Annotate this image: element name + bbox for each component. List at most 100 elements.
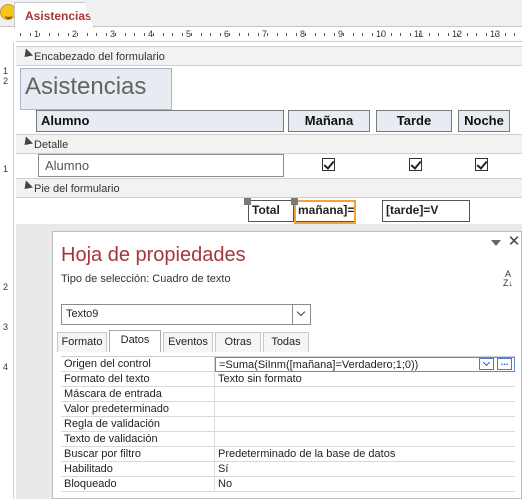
pane-options-arrow-icon[interactable]	[491, 240, 501, 246]
column-header-manana[interactable]: Mañana	[288, 110, 370, 132]
form-title-label[interactable]: Asistencias	[20, 68, 172, 110]
tab-eventos[interactable]: Eventos	[163, 332, 213, 352]
ruler-tick	[67, 33, 69, 36]
document-tab-asistencias[interactable]: Asistencias	[14, 2, 94, 28]
tarde-total-textbox[interactable]: [tarde]=V	[382, 200, 470, 222]
move-handle[interactable]	[291, 198, 298, 205]
collapse-arrow-icon	[20, 48, 34, 61]
section-bar-detail[interactable]: Detalle	[16, 134, 522, 154]
property-name: Formato del texto	[61, 372, 215, 387]
ruler-tick	[428, 33, 430, 36]
ruler-tick	[124, 33, 126, 36]
ruler-tick	[162, 33, 164, 36]
property-value[interactable]	[215, 387, 515, 402]
property-name: Valor predeterminado	[61, 402, 215, 417]
smiley-app-icon	[0, 4, 16, 20]
total-label[interactable]: Total	[248, 200, 294, 222]
tarde-checkbox[interactable]	[409, 158, 422, 171]
sort-az-icon[interactable]: A Z↓	[499, 270, 517, 292]
property-row[interactable]: Texto de validación	[61, 432, 515, 447]
chevron-down-icon[interactable]	[479, 358, 494, 370]
tab-datos[interactable]: Datos	[109, 330, 161, 352]
property-grid: Origen del control =Suma(SiInm([mañana]=V…	[61, 356, 515, 492]
property-name: Bloqueado	[61, 477, 215, 492]
ruler-tick	[371, 33, 373, 36]
ruler-tick	[105, 33, 107, 36]
ruler-number: 2	[3, 282, 9, 292]
property-name: Origen del control	[61, 357, 215, 372]
ruler-tick	[86, 33, 88, 36]
manana-checkbox[interactable]	[322, 158, 335, 171]
ruler-tick	[504, 33, 506, 36]
property-value[interactable]: No	[215, 477, 515, 492]
horizontal-ruler: 12345678910111213	[16, 28, 522, 42]
property-sheet-title: Hoja de propiedades	[61, 244, 246, 266]
ruler-tick	[476, 33, 477, 36]
alumno-textbox[interactable]: Alumno	[38, 154, 284, 177]
tab-formato[interactable]: Formato	[57, 332, 107, 352]
property-row[interactable]: Habilitado Sí	[61, 462, 515, 477]
property-value[interactable]: =Suma(SiInm([mañana]=Verdadero;1;0))	[215, 357, 515, 372]
property-row[interactable]: Regla de validación	[61, 417, 515, 432]
property-row[interactable]: Bloqueado No	[61, 477, 515, 492]
property-value[interactable]	[215, 432, 515, 447]
column-header-alumno[interactable]: Alumno	[36, 110, 284, 132]
ruler-tick	[96, 33, 97, 36]
ruler-tick	[343, 33, 344, 36]
object-selector-combo[interactable]: Texto9	[61, 304, 311, 325]
ruler-number: 3	[3, 322, 9, 332]
property-name: Buscar por filtro	[61, 447, 215, 462]
property-row[interactable]: Origen del control =Suma(SiInm([mañana]=V…	[61, 357, 515, 372]
column-header-tarde[interactable]: Tarde	[376, 110, 452, 132]
section-bar-header[interactable]: Encabezado del formulario	[16, 46, 522, 66]
property-value[interactable]	[215, 417, 515, 432]
collapse-arrow-icon	[20, 136, 34, 149]
builder-ellipsis-button[interactable]: ...	[497, 358, 512, 370]
ruler-tick	[267, 33, 268, 36]
noche-checkbox[interactable]	[475, 158, 488, 171]
access-window: Asistencias 12345678910111213 121234 Enc…	[0, 0, 522, 499]
property-value[interactable]: Predeterminado de la base de datos	[215, 447, 515, 462]
property-row[interactable]: Valor predeterminado	[61, 402, 515, 417]
tab-todas[interactable]: Todas	[263, 332, 309, 352]
section-footer-label: Pie del formulario	[34, 183, 120, 195]
property-row[interactable]: Formato del texto Texto sin formato	[61, 372, 515, 387]
ruler-tick	[514, 33, 515, 36]
section-bar-footer[interactable]: Pie del formulario	[16, 178, 522, 198]
ruler-tick	[409, 33, 411, 36]
close-icon[interactable]: ✕	[507, 234, 521, 249]
section-detail-label: Detalle	[34, 139, 69, 151]
ruler-tick	[200, 33, 202, 36]
column-header-noche[interactable]: Noche	[458, 110, 510, 132]
chevron-down-icon[interactable]	[292, 305, 310, 324]
ruler-tick	[324, 33, 325, 36]
property-value[interactable]	[215, 402, 515, 417]
ruler-tick	[20, 33, 21, 36]
ruler-tick	[153, 33, 154, 36]
ruler-tick	[466, 33, 468, 36]
ruler-tick	[333, 33, 335, 36]
move-handle[interactable]	[244, 198, 251, 205]
selection-outline	[294, 200, 356, 224]
property-value[interactable]: Texto sin formato	[215, 372, 515, 387]
ruler-tick	[219, 33, 221, 36]
property-value[interactable]: Sí	[215, 462, 515, 477]
ruler-tick	[238, 33, 240, 36]
ruler-tick	[29, 33, 31, 36]
ruler-tick	[419, 33, 420, 36]
detail-section[interactable]: Alumno	[16, 154, 522, 180]
ruler-tick	[77, 33, 78, 36]
ruler-tick	[143, 33, 145, 36]
ruler-tick	[305, 33, 306, 36]
tab-otras[interactable]: Otras	[215, 332, 261, 352]
ruler-number: 1	[3, 164, 9, 174]
form-title-text: Asistencias	[25, 73, 147, 100]
ruler-tick	[48, 33, 50, 36]
ruler-tick	[390, 33, 392, 36]
ruler-tick	[495, 33, 496, 36]
ruler-tick	[276, 33, 278, 36]
property-row[interactable]: Máscara de entrada	[61, 387, 515, 402]
form-footer-section[interactable]: Total mañana]= [tarde]=V	[16, 198, 522, 224]
form-header-section[interactable]: Asistencias Alumno Mañana Tarde Noche	[16, 66, 522, 136]
property-row[interactable]: Buscar por filtro Predeterminado de la ba…	[61, 447, 515, 462]
